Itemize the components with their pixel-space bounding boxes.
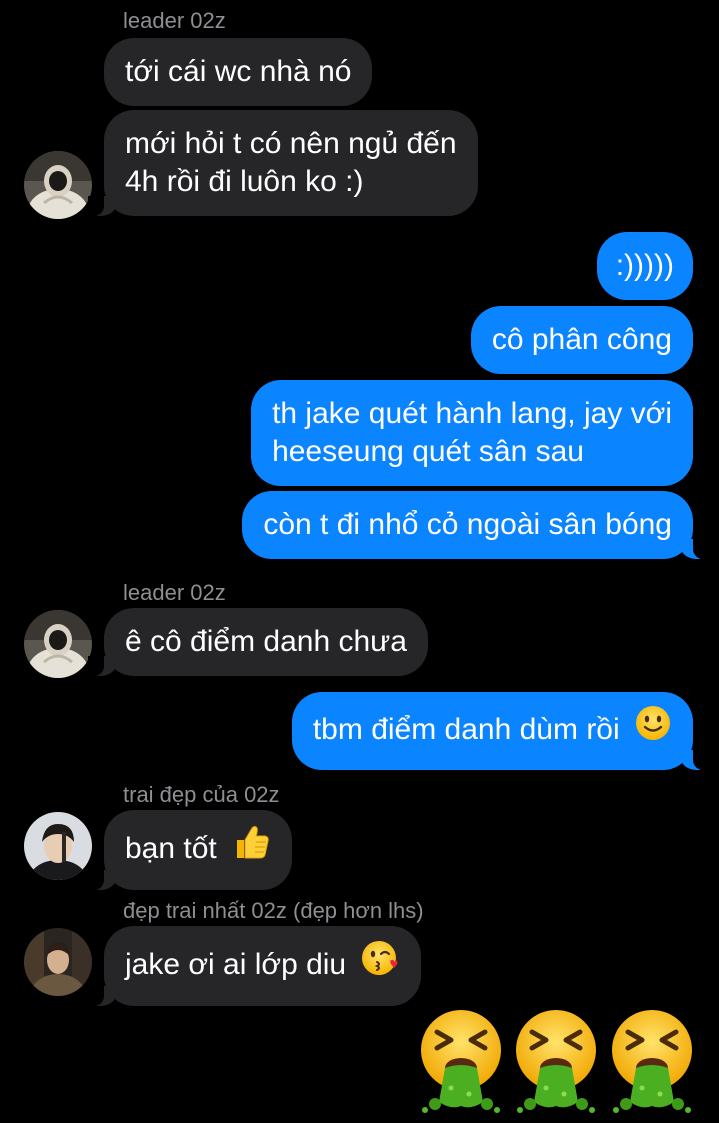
incoming-message-bubble[interactable]: jake ơi ai lớp diu xyxy=(87,926,422,1006)
thumbs-up-icon xyxy=(231,822,271,872)
incoming-message-bubble[interactable]: mới hỏi t có nên ngủ đến 4h rồi đi luôn … xyxy=(88,110,478,216)
message-text: tbm điểm danh dùm rồi xyxy=(312,712,620,746)
outgoing-message-bubble[interactable]: còn t đi nhổ cỏ ngoài sân bóng xyxy=(242,491,709,559)
face-blowing-kiss-icon xyxy=(360,938,400,988)
sender-name: leader 02z xyxy=(123,580,226,605)
message-text: :))))) xyxy=(615,249,674,282)
sender-name: leader 02z xyxy=(123,8,226,33)
message-text: jake ơi ai lớp diu xyxy=(125,947,347,981)
incoming-message-bubble[interactable]: bạn tốt xyxy=(87,810,293,890)
message-text-line: 4h rồi đi luôn ko :) xyxy=(125,165,364,198)
message-text-line: heeseung quét sân sau xyxy=(272,435,584,468)
outgoing-message-bubble[interactable]: :))))) xyxy=(596,232,693,300)
face-vomiting-icon[interactable] xyxy=(602,1006,702,1118)
slightly-smiling-face-icon xyxy=(634,704,672,752)
message-text: bạn tốt xyxy=(125,831,217,865)
message-text-line: mới hỏi t có nên ngủ đến xyxy=(125,127,457,160)
sender-name: trai đẹp của 02z xyxy=(123,782,280,807)
avatar-dep-trai-nhat-02z[interactable] xyxy=(24,928,92,996)
message-text: ê cô điểm danh chưa xyxy=(125,625,407,658)
avatar-leader-02z[interactable] xyxy=(24,610,92,678)
message-text: cô phân công xyxy=(491,323,672,356)
message-text: tới cái wc nhà nó xyxy=(125,55,352,88)
avatar-leader-02z[interactable] xyxy=(24,151,92,219)
avatar-trai-dep-cua-02z[interactable] xyxy=(24,812,92,880)
face-vomiting-icon[interactable] xyxy=(411,1006,511,1118)
face-vomiting-icon[interactable] xyxy=(506,1006,606,1118)
incoming-message-bubble[interactable]: tới cái wc nhà nó xyxy=(104,38,373,106)
outgoing-message-bubble[interactable]: th jake quét hành lang, jay với heeseung… xyxy=(251,380,693,486)
message-text-line: th jake quét hành lang, jay với xyxy=(272,397,672,430)
message-text: còn t đi nhổ cỏ ngoài sân bóng xyxy=(263,508,672,541)
sender-name: đẹp trai nhất 02z (đẹp hơn lhs) xyxy=(123,898,424,923)
incoming-message-bubble[interactable]: ê cô điểm danh chưa xyxy=(88,608,428,676)
outgoing-message-bubble[interactable]: cô phân công xyxy=(470,306,693,374)
outgoing-message-bubble[interactable]: tbm điểm danh dùm rồi xyxy=(291,692,710,770)
